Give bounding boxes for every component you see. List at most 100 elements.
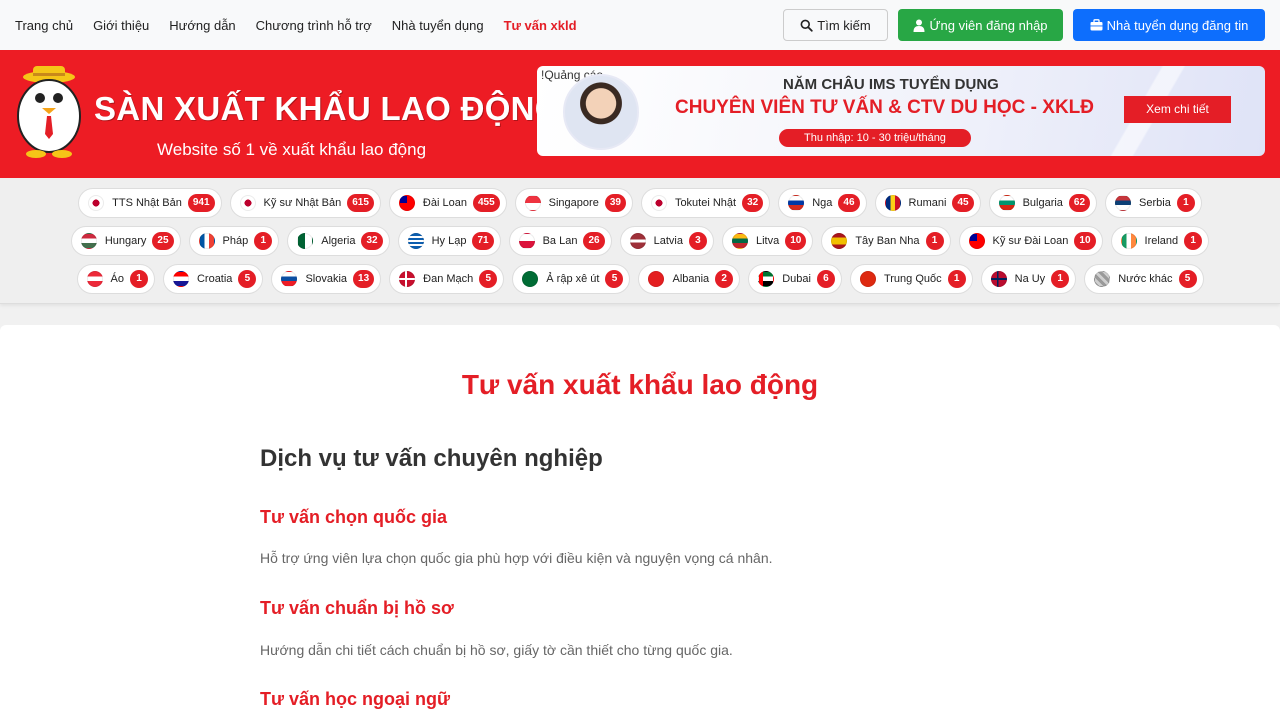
service-title-documents: Tư vấn chuẩn bị hồ sơ [260,598,454,618]
country-chip-label: Latvia [653,235,683,247]
country-chip-dz[interactable]: Algeria 32 [287,226,390,256]
job-count-badge: 1 [1176,194,1195,212]
flag-sg-icon [524,195,541,211]
ad-detail-button[interactable]: Xem chi tiết [1124,96,1231,123]
penguin-mascot-icon [17,66,81,158]
flag-al-icon [648,271,665,287]
briefcase-icon [1090,19,1103,31]
job-count-badge: 10 [785,232,807,250]
nav-link-employers[interactable]: Nhà tuyển dụng [392,18,484,33]
country-chip-tw[interactable]: Kỹ sư Đài Loan 10 [958,226,1103,256]
job-count-badge: 39 [604,194,626,212]
country-chip-cn[interactable]: Trung Quốc 1 [849,264,973,294]
nav-buttons: Tìm kiếm Ứng viên đăng nhập Nhà tuyển dụ… [773,9,1265,41]
country-chip-lv[interactable]: Latvia 3 [619,226,714,256]
nav-link-guide[interactable]: Hướng dẫn [169,18,235,33]
country-chip-ro[interactable]: Rumani 45 [874,188,981,218]
country-chip-pl[interactable]: Ba Lan 26 [508,226,612,256]
nav-link-support-program[interactable]: Chương trình hỗ trợ [256,18,372,33]
country-chip-ie[interactable]: Ireland 1 [1110,226,1210,256]
nav-link-consulting[interactable]: Tư vấn xkld [504,18,577,33]
country-chip-sk[interactable]: Slovakia 13 [271,264,382,294]
country-chip-ru[interactable]: Nga 46 [778,188,867,218]
flag-at-icon [86,271,103,287]
country-chip-tw[interactable]: Đài Loan 455 [388,188,507,218]
country-chip-label: Litva [755,235,780,247]
country-chip-sa[interactable]: Ả rập xê út 5 [512,264,631,294]
country-chip-al[interactable]: Albania 2 [638,264,741,294]
job-count-badge: 2 [715,270,734,288]
country-chip-label: Slovakia [305,273,348,285]
flag-jp-icon [88,195,105,211]
job-count-badge: 45 [952,194,974,212]
country-chip-lt[interactable]: Litva 10 [721,226,814,256]
employer-post-button[interactable]: Nhà tuyển dụng đăng tin [1073,9,1265,41]
country-chip-other[interactable]: Nước khác 5 [1084,264,1204,294]
nav-links: Trang chủ Giới thiệu Hướng dẫn Chương tr… [15,18,597,33]
header-banner: SÀN XUẤT KHẨU LAO ĐỘNG .COM Website số 1… [0,50,1280,178]
job-count-badge: 32 [361,232,383,250]
flag-fr-icon [198,233,215,249]
country-chip-gr[interactable]: Hy Lạp 71 [397,226,501,256]
flag-hu-icon [80,233,97,249]
logo-tagline: Website số 1 về xuất khẩu lao động [157,140,427,159]
country-chip-label: Áo [110,273,124,285]
flag-sk-icon [281,271,298,287]
ad-consultant-photo [563,74,639,150]
country-chip-label: TTS Nhật Bản [112,197,182,209]
flag-rs-icon [1115,195,1132,211]
country-chip-label: Dubai [782,273,811,285]
flag-hr-icon [172,271,189,287]
country-chip-label: Kỹ sư Đài Loan [992,235,1069,247]
nav-link-home[interactable]: Trang chủ [15,18,73,33]
country-chip-at[interactable]: Áo 1 [76,264,155,294]
country-chip-ae[interactable]: Dubai 6 [748,264,842,294]
country-chip-label: Đan Mạch [423,273,474,285]
flag-ae-icon [758,271,775,287]
country-chip-jp[interactable]: Kỹ sư Nhật Bản 615 [229,188,381,218]
flag-tw-icon [398,195,415,211]
search-button[interactable]: Tìm kiếm [783,9,888,41]
job-count-badge: 32 [742,194,764,212]
page-title: Tư vấn xuất khẩu lao động [461,369,819,400]
job-count-badge: 13 [353,270,375,288]
nav-link-about[interactable]: Giới thiệu [93,18,149,33]
country-chip-fr[interactable]: Pháp 1 [188,226,280,256]
country-chip-jp[interactable]: TTS Nhật Bản 941 [78,188,222,218]
employer-post-label: Nhà tuyển dụng đăng tin [1106,17,1249,33]
job-count-badge: 5 [1178,270,1197,288]
country-chip-hu[interactable]: Hungary 25 [70,226,181,256]
flag-jp-icon [650,195,667,211]
country-chip-hr[interactable]: Croatia 5 [162,264,264,294]
country-chip-label: Hungary [104,235,147,247]
site-logo[interactable]: SÀN XUẤT KHẨU LAO ĐỘNG .COM Website số 1… [14,64,657,160]
job-count-badge: 1 [947,270,966,288]
country-chip-bg[interactable]: Bulgaria 62 [988,188,1098,218]
job-count-badge: 1 [1184,232,1203,250]
flag-other-icon [1094,271,1111,287]
candidate-login-button[interactable]: Ứng viên đăng nhập [898,9,1063,41]
job-count-badge: 1 [254,232,273,250]
country-chip-dk[interactable]: Đan Mạch 5 [389,264,505,294]
ad-banner[interactable]: !Quảng cáo NĂM CHÂU IMS TUYỂN DỤNG CHUYÊ… [537,66,1265,156]
job-count-badge: 71 [472,232,494,250]
ad-title: NĂM CHÂU IMS TUYỂN DỤNG [783,76,999,93]
flag-sa-icon [522,271,539,287]
country-chip-label: Rumani [908,197,947,209]
flag-lt-icon [731,233,748,249]
job-count-badge: 1 [129,270,148,288]
country-chip-rs[interactable]: Serbia 1 [1105,188,1202,218]
job-count-badge: 3 [688,232,707,250]
country-chip-label: Tây Ban Nha [855,235,920,247]
country-chip-es[interactable]: Tây Ban Nha 1 [821,226,951,256]
flag-jp-icon [239,195,256,211]
country-chip-jp[interactable]: Tokutei Nhật 32 [640,188,771,218]
country-chip-sg[interactable]: Singapore 39 [514,188,633,218]
flag-es-icon [831,233,848,249]
country-chip-label: Na Uy [1014,273,1046,285]
job-count-badge: 941 [187,194,215,212]
flag-dz-icon [297,233,314,249]
job-count-badge: 1 [1051,270,1070,288]
flag-ru-icon [788,195,805,211]
country-chip-no[interactable]: Na Uy 1 [980,264,1077,294]
